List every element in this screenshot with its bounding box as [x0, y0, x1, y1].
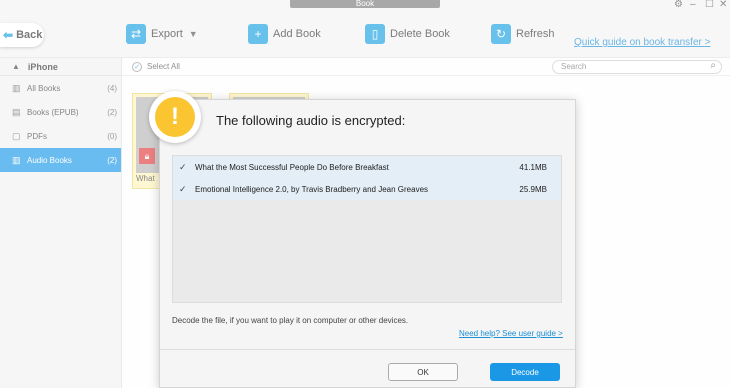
file-name: Emotional Intelligence 2.0, by Travis Br… — [195, 184, 429, 194]
file-name: What the Most Successful People Do Befor… — [195, 162, 389, 172]
file-size: 25.9MB — [519, 184, 547, 194]
encrypted-audio-dialog: The following audio is encrypted: ✓ What… — [159, 99, 576, 388]
decode-button[interactable]: Decode — [490, 363, 560, 381]
encrypted-file-list: ✓ What the Most Successful People Do Bef… — [172, 155, 562, 303]
user-guide-link[interactable]: Need help? See user guide > — [459, 329, 563, 338]
check-icon[interactable]: ✓ — [179, 162, 195, 173]
warning-icon: ! — [155, 97, 195, 137]
list-item[interactable]: ✓ Emotional Intelligence 2.0, by Travis … — [173, 178, 561, 200]
dialog-message: Decode the file, if you want to play it … — [172, 316, 409, 325]
dialog-title: The following audio is encrypted: — [216, 113, 406, 128]
ok-button[interactable]: OK — [388, 363, 458, 381]
divider — [160, 349, 575, 350]
check-icon[interactable]: ✓ — [179, 184, 195, 195]
warning-badge: ! — [149, 91, 201, 143]
file-size: 41.1MB — [519, 162, 547, 172]
list-item[interactable]: ✓ What the Most Successful People Do Bef… — [173, 156, 561, 178]
